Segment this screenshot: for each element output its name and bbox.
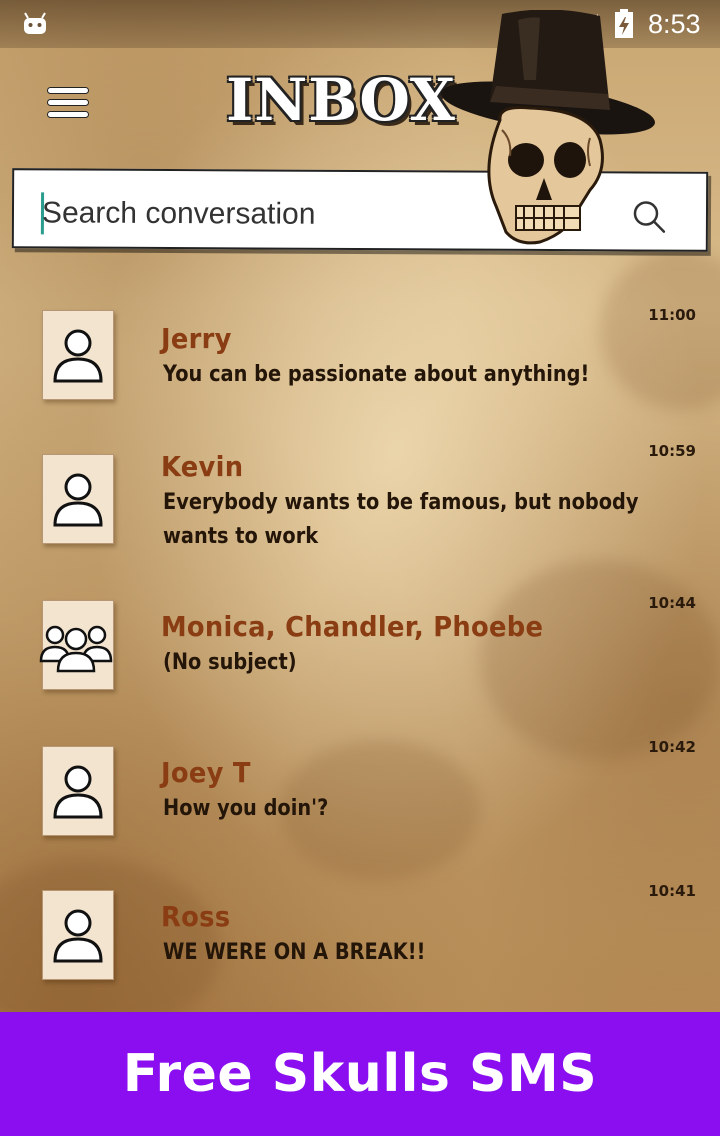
- conversation-item[interactable]: Joey T How you doin'? 10:42: [0, 736, 720, 856]
- promo-banner[interactable]: Free Skulls SMS: [0, 1012, 720, 1136]
- person-icon: [53, 329, 103, 383]
- contact-name: Ross: [161, 900, 231, 933]
- person-icon: [53, 909, 103, 963]
- message-preview: You can be passionate about anything!: [163, 362, 590, 387]
- message-time: 10:41: [648, 882, 696, 900]
- message-preview: Everybody wants to be famous, but nobody…: [163, 490, 639, 549]
- avatar: [39, 600, 114, 690]
- avatar: [42, 746, 114, 836]
- group-icon: [39, 625, 113, 673]
- conversation-item[interactable]: Jerry You can be passionate about anythi…: [0, 304, 720, 424]
- menu-icon-bar: [48, 100, 88, 105]
- message-time: 10:59: [648, 442, 696, 460]
- person-icon: [53, 473, 103, 527]
- signal-icon: [572, 14, 598, 38]
- status-bar: 8:53: [0, 0, 720, 48]
- person-icon: [53, 765, 103, 819]
- avatar: [42, 454, 114, 544]
- search-bar: [11, 168, 709, 252]
- search-icon[interactable]: [632, 199, 666, 233]
- page-title: INBOX: [226, 66, 456, 134]
- menu-button[interactable]: [48, 88, 88, 124]
- message-time: 11:00: [648, 306, 696, 324]
- message-time: 10:42: [648, 738, 696, 756]
- message-time: 10:44: [648, 594, 696, 612]
- battery-icon: [615, 9, 633, 38]
- search-input[interactable]: [39, 184, 605, 246]
- contact-name: Jerry: [161, 322, 232, 355]
- status-time: 8:53: [648, 9, 701, 39]
- message-preview: (No subject): [163, 650, 297, 675]
- contact-name: Joey T: [161, 756, 251, 789]
- banner-text: Free Skulls SMS: [122, 1044, 598, 1104]
- message-preview: How you doin'?: [163, 796, 329, 821]
- conversation-item[interactable]: Ross WE WERE ON A BREAK!! 10:41: [0, 880, 720, 1000]
- avatar: [42, 890, 114, 980]
- message-preview: WE WERE ON A BREAK!!: [163, 940, 426, 965]
- contact-name: Monica, Chandler, Phoebe: [161, 610, 544, 643]
- conversation-item[interactable]: Monica, Chandler, Phoebe (No subject) 10…: [0, 590, 720, 710]
- contact-name: Kevin: [161, 450, 244, 483]
- menu-icon-bar: [48, 88, 88, 93]
- android-icon: [24, 12, 46, 34]
- avatar: [42, 310, 114, 400]
- conversation-item[interactable]: Kevin Everybody wants to be famous, but …: [0, 440, 720, 560]
- menu-icon-bar: [48, 112, 88, 117]
